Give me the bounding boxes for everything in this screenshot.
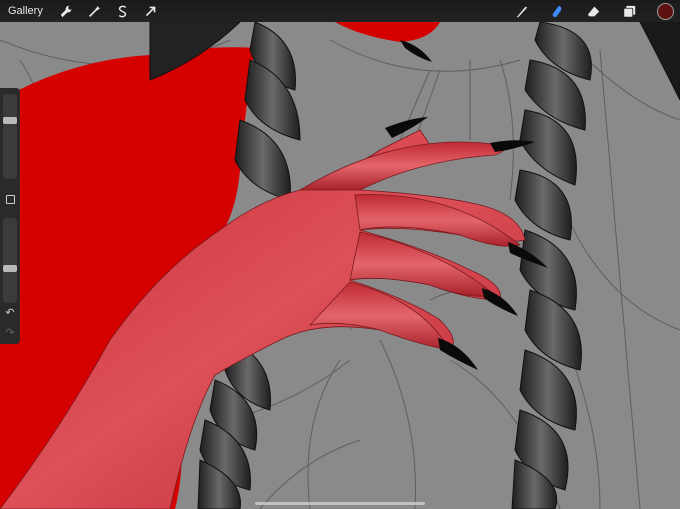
brush-icon[interactable]: [513, 3, 529, 19]
opacity-thumb[interactable]: [3, 264, 17, 272]
undo-icon[interactable]: ↶: [2, 306, 18, 319]
brush-size-slider[interactable]: [3, 94, 17, 179]
transform-arrow-icon[interactable]: [143, 3, 159, 19]
square-modify-icon[interactable]: [6, 195, 15, 204]
color-picker-swatch[interactable]: [657, 2, 674, 20]
selection-s-icon[interactable]: [115, 3, 131, 19]
opacity-slider[interactable]: [3, 218, 17, 303]
wrench-icon[interactable]: [59, 3, 75, 19]
eraser-icon[interactable]: [585, 3, 601, 19]
layers-icon[interactable]: [621, 3, 637, 19]
tool-group: [503, 0, 674, 22]
redo-icon[interactable]: ↷: [2, 326, 18, 339]
smudge-icon[interactable]: [549, 3, 565, 19]
home-indicator: [255, 502, 425, 505]
gallery-button[interactable]: Gallery: [8, 5, 43, 17]
left-sidebar: ↶ ↷: [0, 88, 20, 344]
brush-size-thumb[interactable]: [3, 117, 17, 125]
top-toolbar: Gallery: [0, 0, 680, 22]
drawing-canvas[interactable]: [0, 0, 680, 509]
magic-wand-icon[interactable]: [87, 3, 103, 19]
